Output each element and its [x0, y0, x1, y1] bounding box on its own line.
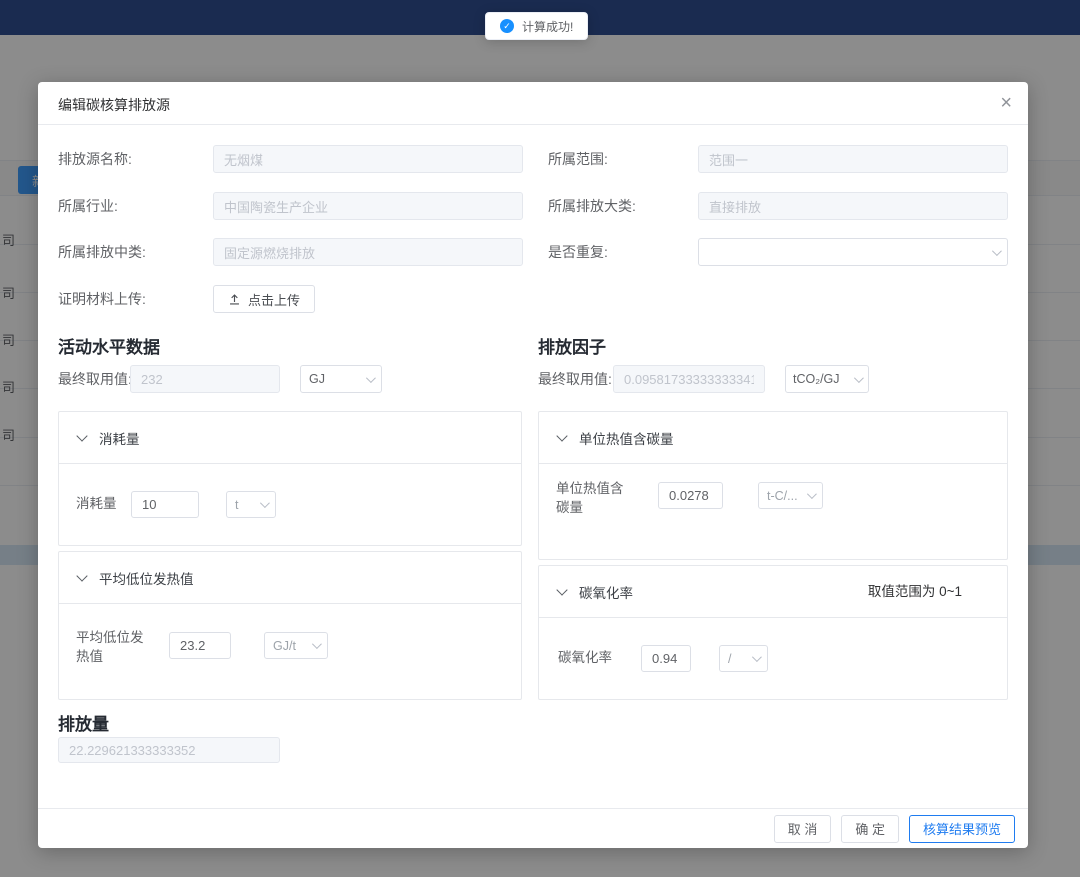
carbon-content-card-header[interactable]: 单位热值含碳量	[539, 412, 1007, 464]
oxidation-rate-card: 碳氧化率 取值范围为 0~1 碳氧化率 /	[538, 565, 1008, 700]
chevron-down-icon[interactable]	[76, 570, 87, 581]
preview-result-button[interactable]: 核算结果预览	[909, 815, 1015, 843]
emission-major-label: 所属排放大类:	[548, 192, 636, 220]
factor-final-input[interactable]	[613, 365, 765, 393]
emission-amount-title: 排放量	[58, 710, 109, 735]
consumption-input[interactable]	[131, 491, 199, 518]
dialog-title: 编辑碳核算排放源	[58, 95, 170, 115]
proof-upload-label: 证明材料上传:	[58, 285, 146, 313]
chevron-down-icon	[807, 489, 817, 499]
chevron-down-icon	[752, 652, 762, 662]
upload-button[interactable]: 点击上传	[213, 285, 315, 313]
heating-value-card-header[interactable]: 平均低位发热值	[59, 552, 521, 604]
consumption-card-header[interactable]: 消耗量	[59, 412, 521, 464]
industry-label: 所属行业:	[58, 192, 118, 220]
oxidation-rate-card-title: 碳氧化率	[579, 582, 633, 602]
chevron-down-icon[interactable]	[76, 430, 87, 441]
oxidation-rate-unit: /	[728, 652, 752, 666]
heating-value-label: 平均低位发热值	[76, 628, 152, 666]
heating-value-unit: GJ/t	[273, 639, 312, 653]
chevron-down-icon	[854, 373, 864, 383]
edit-emission-source-dialog: 编辑碳核算排放源 × 排放源名称: 所属范围: 所属行业: 所属排放大类: 所属…	[38, 82, 1028, 848]
carbon-content-unit-select[interactable]: t-C/...	[758, 482, 823, 509]
confirm-button[interactable]: 确 定	[841, 815, 899, 843]
chevron-down-icon	[992, 246, 1002, 256]
heating-value-card: 平均低位发热值 平均低位发热值 GJ/t	[58, 551, 522, 700]
consumption-unit: t	[235, 498, 260, 512]
activity-final-unit: GJ	[309, 372, 366, 386]
carbon-content-label: 单位热值含碳量	[556, 479, 632, 517]
check-circle-icon: ✓	[500, 19, 514, 33]
emission-mid-input[interactable]	[213, 238, 523, 266]
chevron-down-icon[interactable]	[556, 584, 567, 595]
toast-message: 计算成功!	[522, 18, 573, 35]
source-name-input[interactable]	[213, 145, 523, 173]
carbon-content-unit: t-C/...	[767, 489, 807, 503]
carbon-content-card: 单位热值含碳量 单位热值含碳量 t-C/...	[538, 411, 1008, 560]
factor-final-label: 最终取用值:	[538, 365, 612, 393]
factor-final-unit-select[interactable]: tCO₂/GJ	[785, 365, 869, 393]
heating-value-card-title: 平均低位发热值	[99, 568, 194, 588]
chevron-down-icon	[312, 639, 322, 649]
emission-major-input[interactable]	[698, 192, 1008, 220]
cancel-button[interactable]: 取 消	[774, 815, 832, 843]
oxidation-rate-label: 碳氧化率	[558, 648, 612, 667]
scope-input[interactable]	[698, 145, 1008, 173]
emission-amount-input[interactable]	[58, 737, 280, 763]
chevron-down-icon[interactable]	[556, 430, 567, 441]
activity-final-unit-select[interactable]: GJ	[300, 365, 382, 393]
source-name-label: 排放源名称:	[58, 145, 132, 173]
carbon-content-card-title: 单位热值含碳量	[579, 428, 674, 448]
close-icon[interactable]: ×	[1000, 90, 1012, 116]
factor-final-unit: tCO₂/GJ	[793, 372, 854, 386]
factor-section-title: 排放因子	[538, 333, 606, 358]
scope-label: 所属范围:	[548, 145, 608, 173]
upload-icon	[228, 293, 241, 306]
is-duplicate-label: 是否重复:	[548, 238, 608, 266]
consumption-label: 消耗量	[76, 494, 117, 513]
consumption-unit-select[interactable]: t	[226, 491, 276, 518]
consumption-card: 消耗量 消耗量 t	[58, 411, 522, 546]
consumption-card-title: 消耗量	[99, 428, 140, 448]
screen: 新增 司 司 司 司 司 ✓ 计算成功! 编辑碳核算排放源 × 排放源名称: 所…	[0, 0, 1080, 877]
toast-success: ✓ 计算成功!	[485, 12, 588, 40]
activity-final-label: 最终取用值:	[58, 365, 132, 393]
oxidation-range-hint: 取值范围为 0~1	[868, 566, 962, 618]
heating-value-input[interactable]	[169, 632, 231, 659]
upload-button-label: 点击上传	[248, 290, 300, 309]
oxidation-rate-card-header[interactable]: 碳氧化率 取值范围为 0~1	[539, 566, 1007, 618]
oxidation-rate-input[interactable]	[641, 645, 691, 672]
industry-input[interactable]	[213, 192, 523, 220]
activity-final-input[interactable]	[130, 365, 280, 393]
chevron-down-icon	[260, 498, 270, 508]
emission-mid-label: 所属排放中类:	[58, 238, 146, 266]
activity-section-title: 活动水平数据	[58, 333, 160, 358]
chevron-down-icon	[366, 373, 376, 383]
carbon-content-input[interactable]	[658, 482, 723, 509]
dialog-footer: 取 消 确 定 核算结果预览	[38, 808, 1028, 848]
oxidation-rate-unit-select[interactable]: /	[719, 645, 768, 672]
is-duplicate-select[interactable]	[698, 238, 1008, 266]
dialog-header: 编辑碳核算排放源 ×	[38, 82, 1028, 125]
heating-value-unit-select[interactable]: GJ/t	[264, 632, 328, 659]
